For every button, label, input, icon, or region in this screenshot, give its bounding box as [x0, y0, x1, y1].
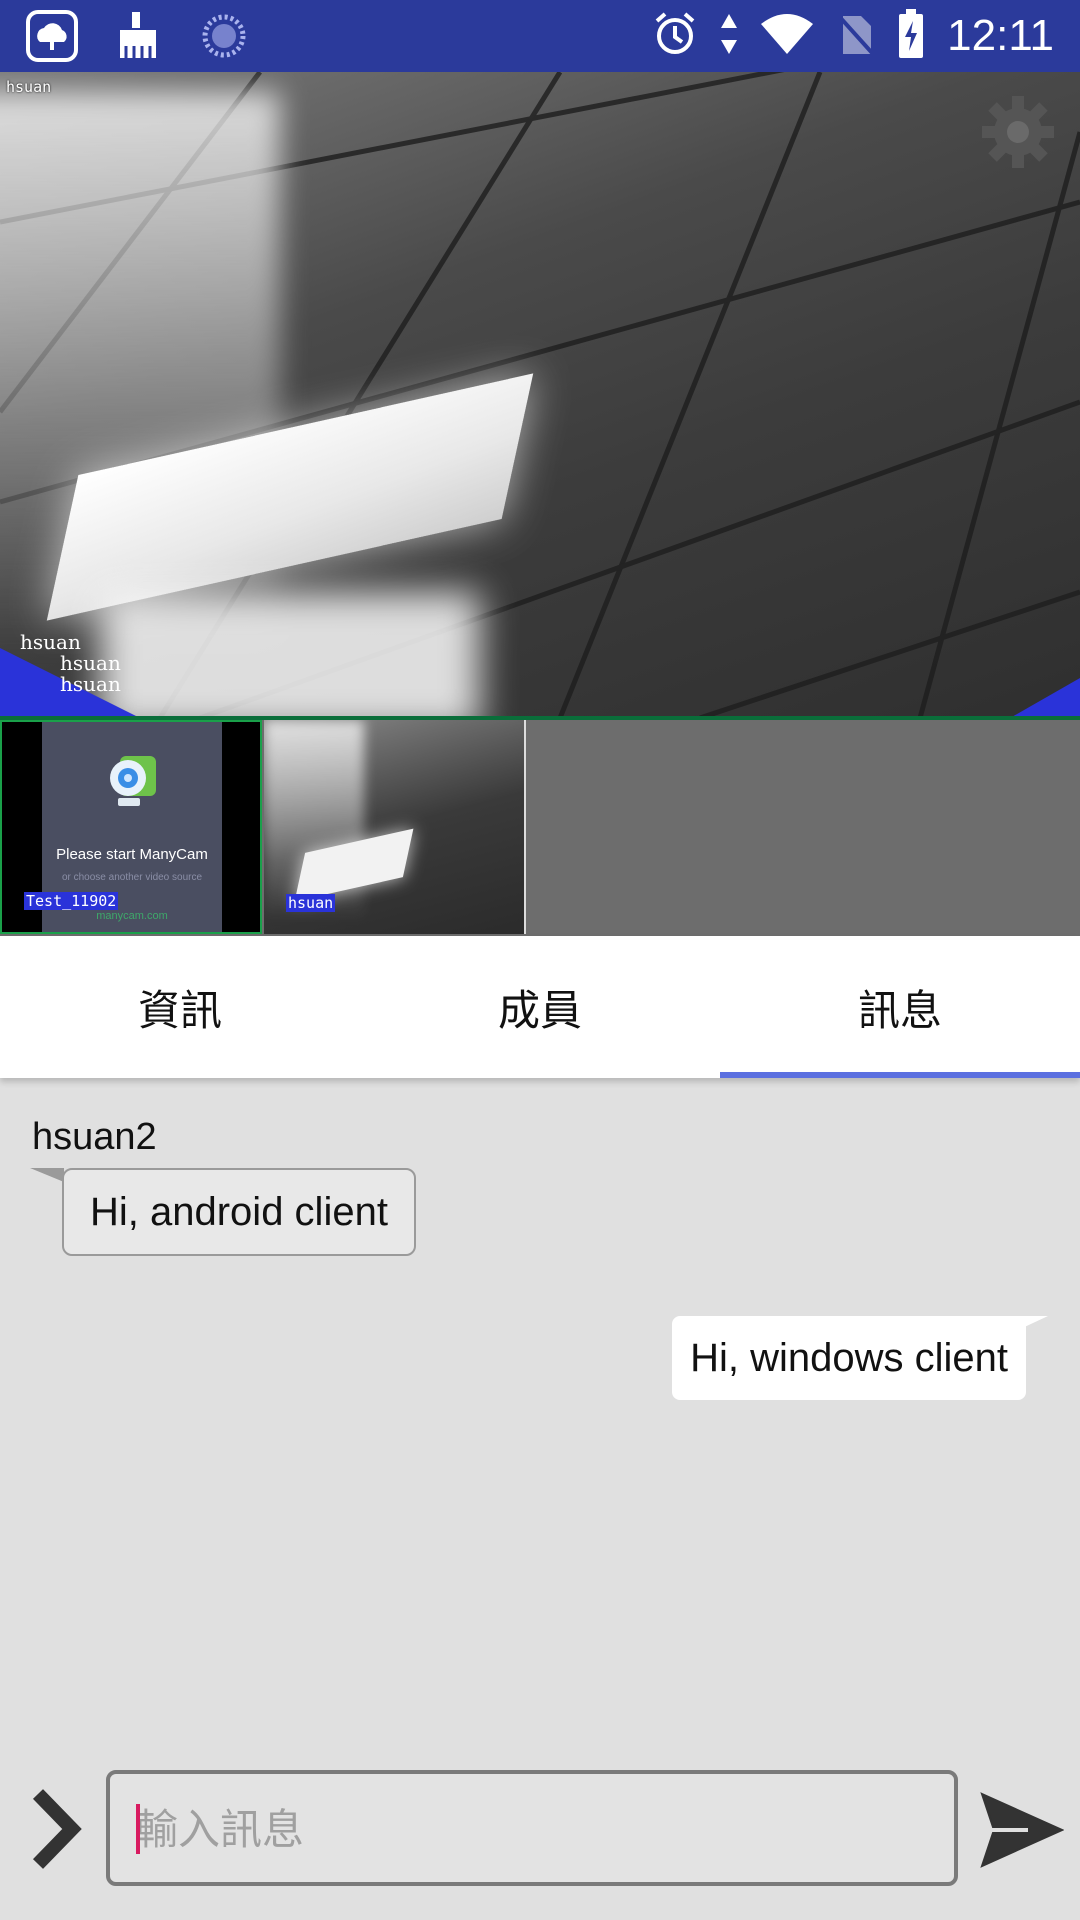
incoming-message-bubble: Hi, android client [62, 1168, 416, 1256]
light-glare-bottom [100, 592, 480, 718]
no-sim-icon [835, 12, 875, 60]
clock: 12:11 [947, 11, 1054, 60]
overlay-name: hsuan [60, 651, 121, 675]
overlay-name: hsuan [20, 630, 81, 654]
manycam-url: manycam.com [96, 910, 168, 922]
settings-button[interactable] [980, 94, 1056, 170]
manycam-message: Please start ManyCam [56, 846, 208, 863]
overlay-name: hsuan [60, 672, 121, 696]
bubble-tail [30, 1168, 64, 1182]
text-caret [136, 1804, 140, 1854]
wifi-icon [761, 14, 814, 58]
message-input-box[interactable] [106, 1770, 958, 1886]
chevron-right-icon [32, 1789, 82, 1869]
video-owner-label: hsuan [6, 78, 52, 96]
loading-icon [198, 10, 250, 62]
expand-button[interactable] [24, 1784, 86, 1874]
thumbnail-label: Test_11902 [24, 892, 119, 910]
overlay-names: hsuan hsuan hsuan [20, 632, 121, 695]
cleaner-icon [112, 10, 164, 62]
gear-icon [982, 96, 1054, 168]
data-arrows-icon [719, 12, 739, 60]
thumbnail-strip: Please start ManyCam or choose another v… [0, 720, 1080, 936]
cloud-app-icon [26, 10, 78, 62]
battery-charging-icon [897, 9, 925, 63]
status-bar: 12:11 [0, 0, 1080, 72]
webcam-icon [110, 756, 156, 806]
tab-bar: 資訊 成員 訊息 [0, 936, 1080, 1078]
outgoing-message-bubble: Hi, windows client [672, 1316, 1026, 1400]
tab-messages[interactable]: 訊息 [720, 936, 1080, 1078]
send-icon [980, 1792, 1065, 1868]
overlay-corner-right [1010, 678, 1080, 718]
main-video-view[interactable]: hsuan hsuan hsuan hsuan [0, 72, 1080, 718]
send-button[interactable] [980, 1792, 1065, 1868]
manycam-submessage: or choose another video source [61, 872, 203, 883]
thumbnail-label: hsuan [286, 894, 336, 912]
thumbnail-video-2[interactable]: hsuan [264, 720, 526, 934]
tab-info[interactable]: 資訊 [0, 936, 360, 1078]
thumbnail-video-1[interactable]: Please start ManyCam or choose another v… [0, 720, 262, 934]
message-input[interactable] [134, 1774, 938, 1884]
message-sender: hsuan2 [32, 1116, 157, 1158]
tab-members[interactable]: 成員 [360, 936, 720, 1078]
alarm-icon [653, 11, 697, 61]
